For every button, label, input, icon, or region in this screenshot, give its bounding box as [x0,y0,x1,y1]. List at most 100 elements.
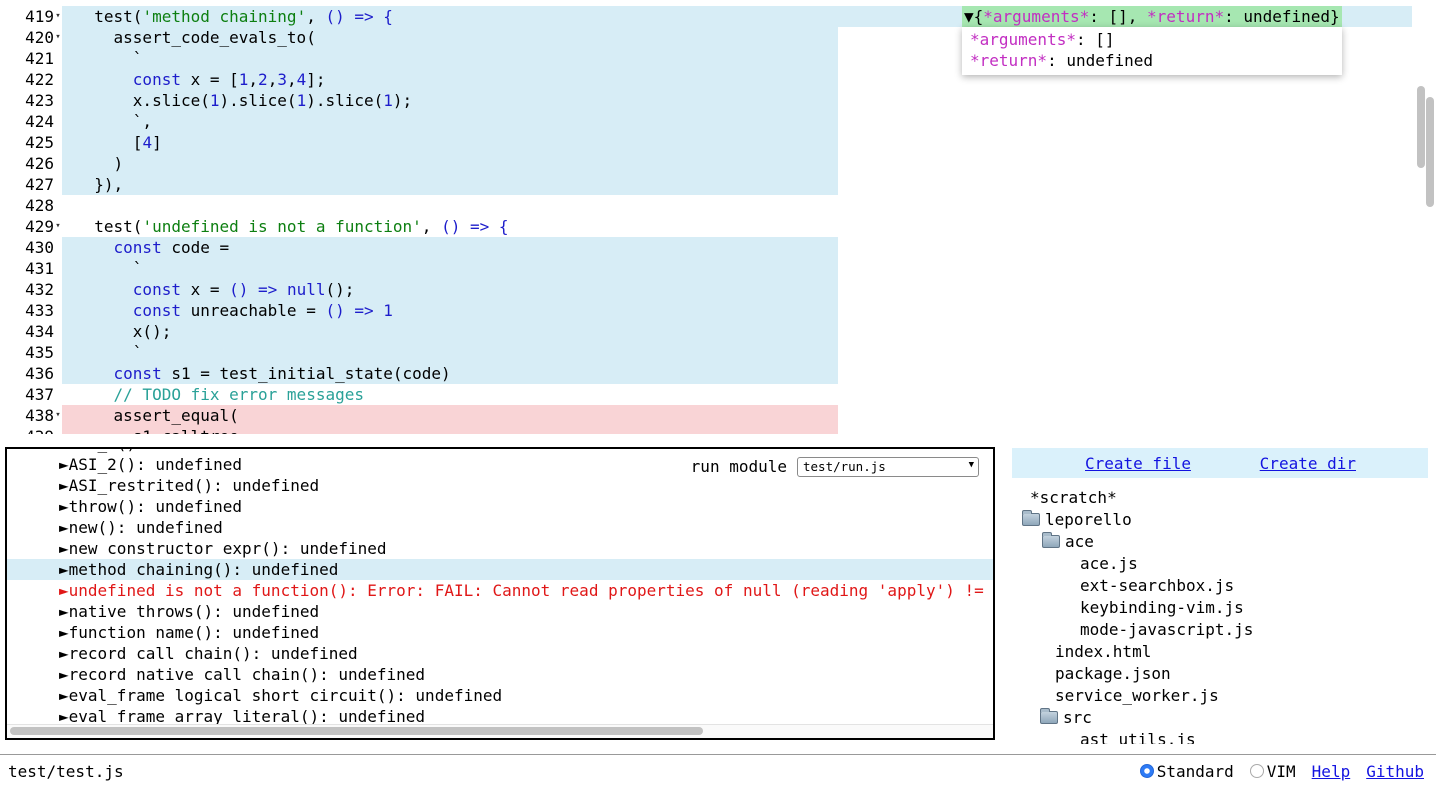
tree-folder[interactable]: ace [1012,530,1428,552]
code-line[interactable]: s1.calltree [62,426,1412,434]
test-result-row[interactable]: ►new constructor expr(): undefined [7,538,993,559]
code-line[interactable]: ) [62,153,1412,174]
create-file-button[interactable]: Create file [1085,454,1191,473]
results-horizontal-scrollbar[interactable] [7,724,993,738]
expand-arrow-icon[interactable]: ► [59,665,69,684]
standard-label[interactable]: Standard [1157,762,1234,781]
tree-file[interactable]: mode-javascript.js [1012,618,1428,640]
fold-marker-icon[interactable]: ▾ [54,405,62,426]
editor-line[interactable]: 424 `, [0,111,1412,132]
test-result-label: new(): undefined [69,518,223,537]
editor-line[interactable]: 423 x.slice(1).slice(1).slice(1); [0,90,1412,111]
editor-line[interactable]: 435 ` [0,342,1412,363]
editor-line[interactable]: 439 s1.calltree [0,426,1412,434]
code-line[interactable]: `, [62,111,1412,132]
test-result-row[interactable]: ►undefined is not a function(): Error: F… [7,580,993,601]
radio-standard-icon[interactable] [1140,764,1154,778]
test-result-row[interactable]: ►new(): undefined [7,517,993,538]
help-link[interactable]: Help [1312,762,1351,781]
expand-arrow-icon[interactable]: ► [59,447,69,453]
test-result-row[interactable]: ►record native call chain(): undefined [7,664,993,685]
editor-line[interactable]: 425 [4] [0,132,1412,153]
expand-arrow-icon[interactable]: ► [59,497,69,516]
test-result-row[interactable]: ►ASI_1(): undefined [7,447,993,454]
test-result-label: ASI_1(): undefined [69,447,242,453]
code-line[interactable]: const code = [62,237,1412,258]
inspector-summary[interactable]: ▼{*arguments*: [], *return*: undefined} [962,6,1342,27]
keybinding-standard-option[interactable]: Standard [1140,762,1234,781]
expand-arrow-icon[interactable]: ► [59,518,69,537]
test-result-row[interactable]: ►eval_frame logical short circuit(): und… [7,685,993,706]
tree-file[interactable]: service_worker.js [1012,684,1428,706]
expand-arrow-icon[interactable]: ► [59,455,69,474]
editor-line[interactable]: 429▾ test('undefined is not a function',… [0,216,1412,237]
editor-line[interactable]: 427 }), [0,174,1412,195]
editor-line[interactable]: 438▾ assert_equal( [0,405,1412,426]
code-line[interactable]: }), [62,174,1412,195]
tree-folder[interactable]: leporello [1012,508,1428,530]
code-line[interactable]: ` [62,342,1412,363]
code-line[interactable]: test('undefined is not a function', () =… [62,216,1412,237]
tree-file[interactable]: keybinding-vim.js [1012,596,1428,618]
code-line[interactable]: const s1 = test_initial_state(code) [62,363,1412,384]
file-tree-scrollbar[interactable] [1422,0,1436,296]
run-module-select[interactable]: test/run.js [797,457,979,477]
code-editor[interactable]: 419▾ test('method chaining', () => {420▾… [0,0,1412,434]
editor-line[interactable]: 430 const code = [0,237,1412,258]
create-dir-button[interactable]: Create dir [1260,454,1356,473]
inspector-entry[interactable]: *arguments*: [] [970,29,1342,50]
code-line[interactable]: // TODO fix error messages [62,384,1412,405]
fold-marker-icon[interactable]: ▾ [54,216,62,237]
editor-line[interactable]: 426 ) [0,153,1412,174]
editor-line[interactable]: 436 const s1 = test_initial_state(code) [0,363,1412,384]
vim-label[interactable]: VIM [1267,762,1296,781]
tree-file[interactable]: ace.js [1012,552,1428,574]
test-result-row[interactable]: ►throw(): undefined [7,496,993,517]
value-inspector-popup[interactable]: ▼{*arguments*: [], *return*: undefined} … [962,6,1342,75]
test-result-row[interactable]: ►method chaining(): undefined [7,559,993,580]
code-line[interactable]: x(); [62,321,1412,342]
expand-arrow-icon[interactable]: ► [59,581,69,600]
fold-marker-icon[interactable]: ▾ [54,27,62,48]
file-tree[interactable]: *scratch*leporelloaceace.jsext-searchbox… [1012,478,1428,744]
editor-line[interactable]: 431 ` [0,258,1412,279]
code-line[interactable]: const unreachable = () => 1 [62,300,1412,321]
tree-file[interactable]: ext-searchbox.js [1012,574,1428,596]
fold-marker-icon[interactable]: ▾ [54,6,62,27]
keybinding-vim-option[interactable]: VIM [1250,762,1296,781]
expand-arrow-icon[interactable]: ► [59,686,69,705]
tree-file[interactable]: index.html [1012,640,1428,662]
test-result-row[interactable]: ►ASI_restrited(): undefined [7,475,993,496]
github-link[interactable]: Github [1366,762,1424,781]
code-line[interactable]: ` [62,258,1412,279]
test-result-row[interactable]: ►record call chain(): undefined [7,643,993,664]
editor-line[interactable]: 437 // TODO fix error messages [0,384,1412,405]
file-tree-scrollbar-thumb[interactable] [1426,97,1434,207]
test-result-row[interactable]: ►function name(): undefined [7,622,993,643]
tree-file[interactable]: ast_utils.js [1012,728,1428,744]
editor-line[interactable]: 433 const unreachable = () => 1 [0,300,1412,321]
expand-arrow-icon[interactable]: ► [59,476,69,495]
expand-arrow-icon[interactable]: ► [59,623,69,642]
test-results-list[interactable]: ►ASI_1(): undefined►ASI_2(): undefined►A… [7,447,993,727]
test-result-row[interactable]: ►native throws(): undefined [7,601,993,622]
code-line[interactable] [62,195,1412,216]
editor-line[interactable]: 434 x(); [0,321,1412,342]
expand-arrow-icon[interactable]: ► [59,539,69,558]
expand-arrow-icon[interactable]: ► [59,602,69,621]
code-line[interactable]: assert_equal( [62,405,1412,426]
expand-arrow-icon[interactable]: ► [59,644,69,663]
inspector-entry[interactable]: *return*: undefined [970,50,1342,71]
code-line[interactable]: [4] [62,132,1412,153]
radio-vim-icon[interactable] [1250,764,1264,778]
code-line[interactable]: const x = () => null(); [62,279,1412,300]
editor-line[interactable]: 432 const x = () => null(); [0,279,1412,300]
results-scrollbar-thumb[interactable] [10,727,703,735]
tree-folder[interactable]: src [1012,706,1428,728]
editor-line[interactable]: 428 [0,195,1412,216]
tree-file[interactable]: package.json [1012,662,1428,684]
code-line[interactable]: x.slice(1).slice(1).slice(1); [62,90,1412,111]
expand-arrow-icon[interactable]: ► [59,560,69,579]
test-results-panel[interactable]: ►ASI_1(): undefined►ASI_2(): undefined►A… [5,447,995,740]
tree-file[interactable]: *scratch* [1012,486,1428,508]
